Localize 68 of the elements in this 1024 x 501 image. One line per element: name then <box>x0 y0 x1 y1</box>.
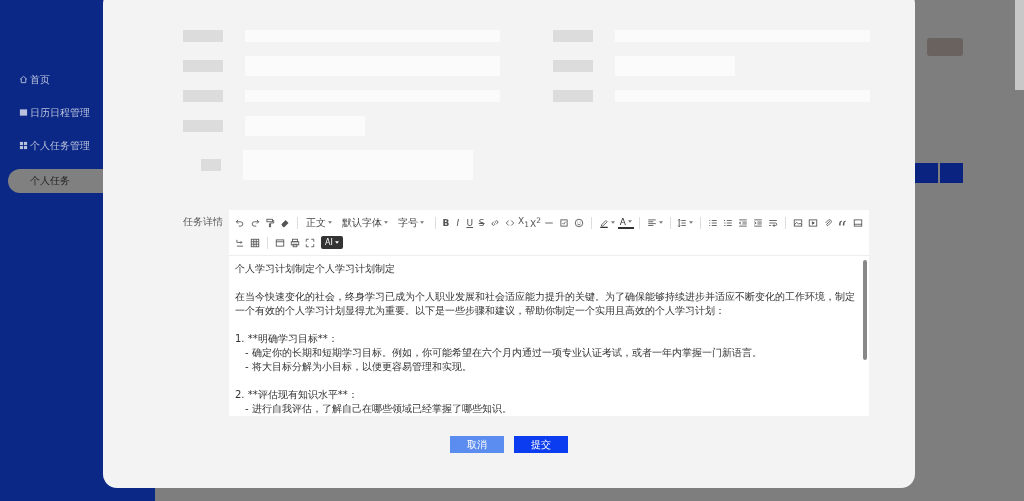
caret-icon <box>334 241 339 244</box>
caret-icon <box>689 221 694 224</box>
caret-icon <box>610 221 615 224</box>
line-spacing-icon <box>677 217 688 228</box>
pen-icon <box>598 217 609 228</box>
code-icon <box>505 217 516 228</box>
print-icon <box>290 237 300 248</box>
bullet-list-icon <box>708 217 719 228</box>
toolbar-button[interactable]: X$^{2}$ <box>530 216 541 229</box>
link-icon <box>490 217 501 228</box>
sidebar-item[interactable]: 日历日程管理 <box>0 103 155 122</box>
insert-break-icon <box>235 237 245 248</box>
toolbar-dropdown[interactable]: 默认字体 <box>338 215 394 230</box>
text-wrap-icon <box>768 217 779 228</box>
submit-button[interactable]: 提交 <box>514 436 568 453</box>
eraser-icon <box>280 217 290 228</box>
home-icon <box>19 75 28 84</box>
sidebar-item[interactable]: 首页 <box>0 70 155 89</box>
text-line: 1. **明确学习目标**： <box>235 332 339 346</box>
text-line: - 将大目标分解为小目标，以便更容易管理和实现。 <box>244 360 473 374</box>
outdent-icon <box>738 217 749 228</box>
avatar-placeholder <box>927 38 963 56</box>
paperclip-icon <box>823 217 834 228</box>
toolbar-button[interactable]: I <box>452 217 464 228</box>
caret-icon <box>627 220 632 223</box>
toolbar-button[interactable]: X$_{1}$ <box>518 216 529 229</box>
toolbar-button[interactable] <box>248 236 262 249</box>
toolbar-dropdown[interactable]: 字号 <box>394 215 430 230</box>
toolbar-button[interactable] <box>675 216 696 229</box>
text-line: 个人学习计划制定个人学习计划制定 <box>235 262 396 276</box>
toolbar-button[interactable] <box>273 236 287 249</box>
redo-icon <box>250 217 260 228</box>
caret-icon <box>383 221 388 224</box>
toolbar-button[interactable]: U <box>464 217 476 228</box>
caret-icon <box>327 221 332 224</box>
video-icon <box>808 217 819 228</box>
calendar-icon <box>19 108 28 117</box>
emoji-icon <box>573 217 584 228</box>
undo-icon <box>235 217 245 228</box>
align-left-icon <box>646 217 657 228</box>
caret-icon <box>419 221 424 224</box>
text-line: 2. **评估现有知识水平**： <box>235 388 359 402</box>
checkbox-icon <box>558 217 569 228</box>
toolbar-button[interactable]: A <box>617 216 634 229</box>
fullscreen-icon <box>305 237 315 248</box>
toolbar-button[interactable] <box>263 216 277 229</box>
layout-icon <box>275 237 285 248</box>
toolbar-button[interactable] <box>303 236 317 249</box>
sidebar-item[interactable]: 个人任务管理 <box>0 136 155 155</box>
caret-icon <box>658 221 663 224</box>
toolbar-button[interactable]: S <box>476 217 488 228</box>
scrollbar-thumb[interactable] <box>863 260 867 360</box>
text-line: - 确定你的长期和短期学习目标。例如，你可能希望在六个月内通过一项专业认证考试，或者一年内掌握一门新语言。 <box>244 346 763 360</box>
text-line: - 进行自我评估，了解自己在哪些领域已经掌握了哪些知识。 <box>244 402 513 416</box>
numbered-list-icon <box>723 217 734 228</box>
toolbar-button[interactable] <box>288 236 302 249</box>
ai-button[interactable]: AI <box>321 236 343 249</box>
grid-icon <box>19 141 28 150</box>
toolbar-button[interactable]: B <box>440 217 452 228</box>
image-icon <box>793 217 804 228</box>
code-block-icon <box>853 217 864 228</box>
text-line: 在当今快速变化的社会，终身学习已成为个人职业发展和社会适应能力提升的关键。为了确保能够持续进步并适应不断变化的工作环境，制定一个有效的个人学习计划显得尤为重要。以下是一些步骤和建议，帮助你制定一个实用且高效的个人学习计划： <box>235 290 856 318</box>
field-label: 任务详情 <box>183 215 223 229</box>
indent-icon <box>753 217 764 228</box>
format-painter-icon <box>265 217 275 228</box>
toolbar-dropdown[interactable]: 正文 <box>302 215 338 230</box>
table-icon <box>250 237 260 248</box>
quote-icon <box>838 217 849 228</box>
